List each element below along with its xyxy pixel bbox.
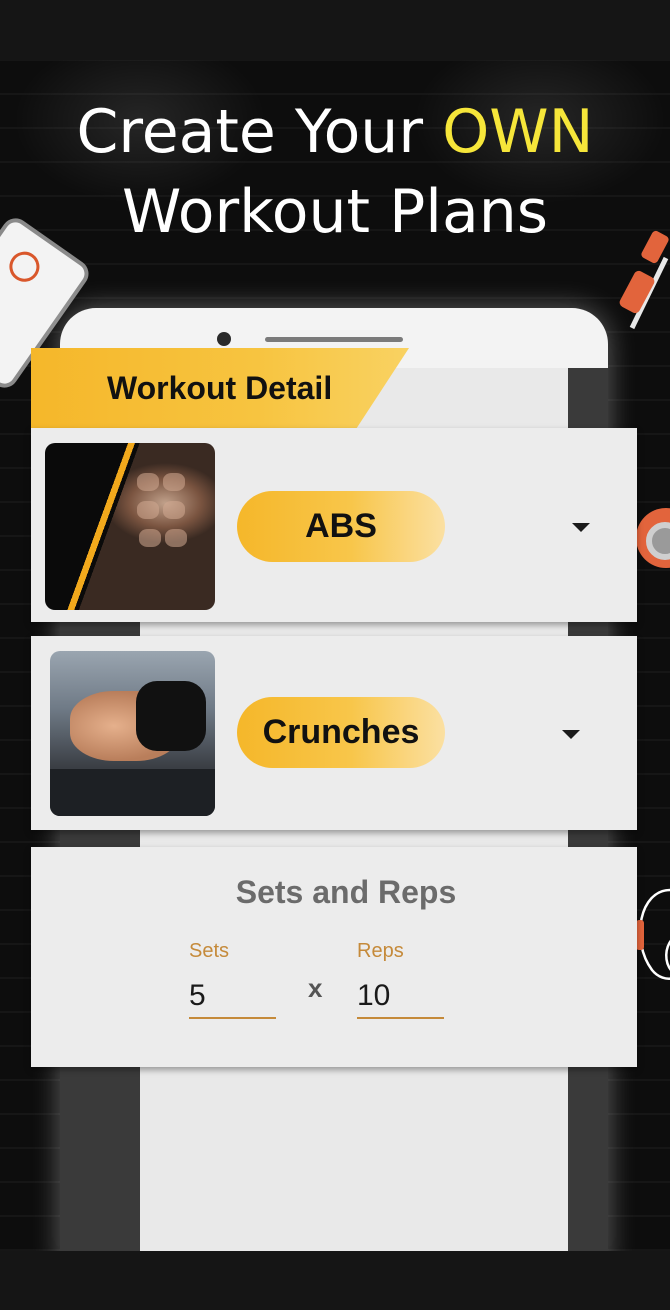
reps-input-underline [357, 1017, 444, 1019]
sets-label: Sets [189, 940, 230, 962]
headline-highlight: OWN [442, 97, 594, 167]
phone-speaker-icon [265, 337, 403, 342]
promo-headline: Create Your OWN Workout Plans [0, 92, 670, 252]
sets-reps-card: Sets and Reps Sets 5 x Reps 10 [31, 847, 637, 1067]
sets-input[interactable]: 5 [189, 979, 206, 1013]
caret-down-icon[interactable] [562, 730, 580, 739]
crunches-photo-icon [50, 651, 215, 816]
page-title: Workout Detail [107, 370, 333, 406]
sets-reps-title: Sets and Reps [235, 874, 457, 910]
exercise-select-button[interactable]: Crunches [237, 697, 445, 768]
top-letterbox-bar [0, 0, 670, 60]
category-card: ABS [31, 428, 637, 622]
ring-mark-icon [3, 245, 46, 288]
headline-line2: Workout Plans [121, 177, 549, 247]
caret-down-icon[interactable] [572, 523, 590, 532]
headline-line1-prefix: Create Your [76, 97, 423, 167]
bottom-letterbox-bar [0, 1251, 670, 1310]
times-separator: x [308, 973, 323, 1003]
exercise-card: Crunches [31, 636, 637, 830]
sets-input-underline [189, 1017, 276, 1019]
abs-muscle-photo-icon [45, 443, 215, 610]
reps-label: Reps [357, 940, 404, 962]
phone-camera-icon [217, 332, 231, 346]
reps-input[interactable]: 10 [357, 979, 390, 1013]
category-select-button[interactable]: ABS [237, 491, 445, 562]
